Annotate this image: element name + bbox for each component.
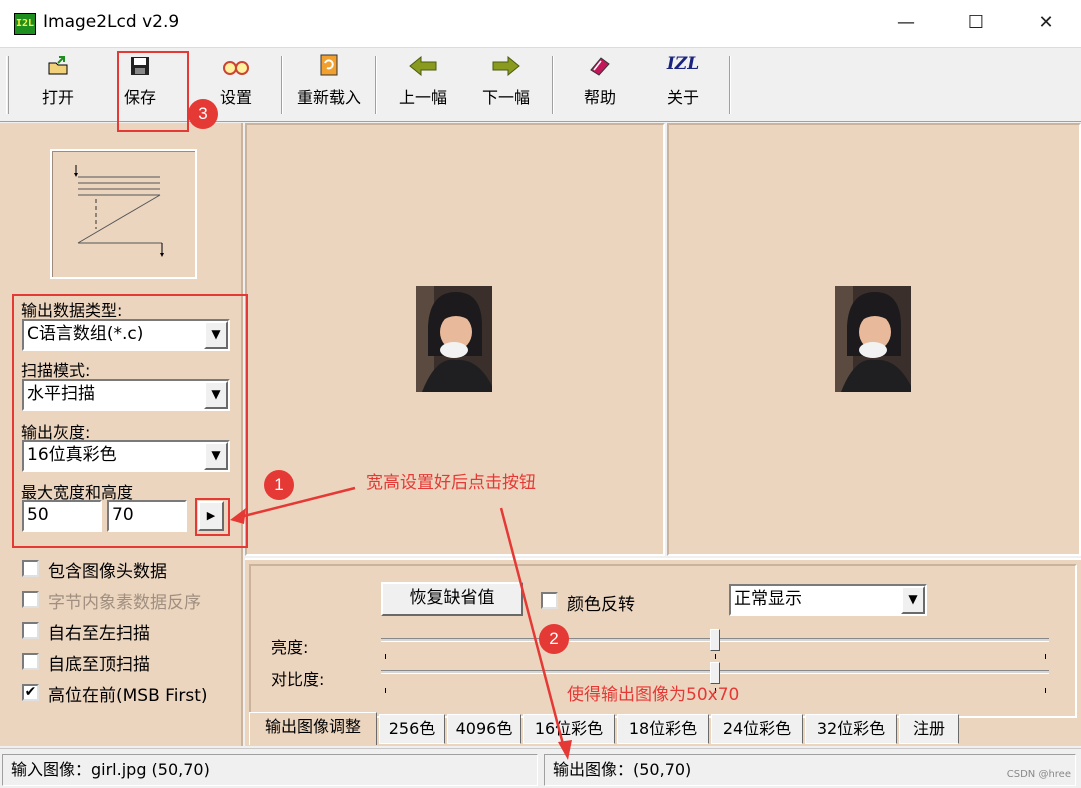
restore-defaults-button[interactable]: 恢复缺省值 [381,582,523,616]
about-label: 关于 [666,88,699,107]
slider-tick [385,688,386,693]
help-label: 帮助 [583,88,616,107]
tab-1[interactable]: 256色 [379,714,445,744]
toolbar-separator [552,56,554,114]
slider-tick [715,654,716,659]
open-label: 打开 [41,88,74,107]
next-button[interactable]: 下一幅 [466,54,546,116]
slider-tick [1045,654,1046,659]
scan-direction-diagram [50,149,197,279]
annotation-badge-2: 2 [539,624,569,654]
option-checkbox[interactable] [22,560,39,577]
watermark: CSDN @hree [1006,769,1071,780]
glasses-icon [196,54,276,84]
tab-0[interactable]: 输出图像调整 [249,712,377,745]
arrow-right-icon [466,54,546,84]
option-checkbox[interactable] [22,622,39,639]
option-checkbox-label: 自右至左扫描 [48,624,150,644]
reload-button[interactable]: 重新载入 [289,54,369,116]
annotation-note-2: 使得输出图像为50x70 [567,685,740,705]
reload-icon [289,54,369,84]
tab-3[interactable]: 16位彩色 [523,714,615,744]
toolbar-separator [281,56,283,114]
annotation-badge-1: 1 [264,470,294,500]
invert-color-checkbox[interactable] [541,592,558,609]
chevron-down-icon[interactable]: ▼ [901,586,925,614]
option-checkbox[interactable]: ✔ [22,684,39,701]
tab-2[interactable]: 4096色 [447,714,521,744]
option-checkbox [22,591,39,608]
output-image-pane [667,123,1081,556]
arrow-left-icon [383,54,463,84]
tab-6[interactable]: 32位彩色 [805,714,897,744]
input-image-status: 输入图像：girl.jpg (50,70) [2,754,538,786]
display-mode-select[interactable]: 正常显示 ▼ [729,584,927,616]
apply-button-highlight-box [195,498,230,536]
display-mode-value: 正常显示 [734,589,802,609]
slider-tick [1045,688,1046,693]
toolbar-separator [729,56,731,114]
toolbar-grip[interactable] [6,56,9,114]
help-button[interactable]: 帮助 [560,54,640,116]
open-button[interactable]: 打开 [18,54,98,116]
about-button[interactable]: IZL 关于 [643,54,723,116]
tab-5[interactable]: 24位彩色 [711,714,803,744]
maximize-button[interactable]: ☐ [948,0,1004,48]
invert-color-label: 颜色反转 [567,595,635,615]
option-checkbox-label: 包含图像头数据 [48,562,167,582]
prev-button[interactable]: 上一幅 [383,54,463,116]
tab-strip: 输出图像调整 256色 4096色 16位彩色 18位彩色 24位彩色 32位彩色 注册 [249,712,969,745]
next-label: 下一幅 [481,88,530,107]
annotation-note-1: 宽高设置好后点击按钮 [366,473,536,493]
about-logo-icon: IZL [666,54,700,74]
app-icon: I2L [14,13,36,35]
close-button[interactable]: ✕ [1018,0,1074,48]
contrast-label: 对比度: [271,670,325,689]
output-image-status: 输出图像：(50,70) [544,754,1076,786]
toolbar-separator [375,56,377,114]
option-checkbox[interactable] [22,653,39,670]
tab-4[interactable]: 18位彩色 [617,714,709,744]
title-bar: I2L Image2Lcd v2.9 — ☐ ✕ [0,0,1081,48]
window-title: Image2Lcd v2.9 [43,12,180,32]
input-photo [416,286,492,392]
minimize-button[interactable]: — [878,0,934,48]
slider-tick [385,654,386,659]
brightness-slider[interactable] [710,629,720,651]
brightness-label: 亮度: [271,638,309,657]
output-photo [835,286,911,392]
prev-label: 上一幅 [398,88,447,107]
open-folder-icon [18,54,98,84]
reload-label: 重新载入 [296,88,361,107]
option-checkbox-label: 高位在前(MSB First) [48,686,208,706]
option-checkbox-label: 字节内象素数据反序 [48,593,201,613]
annotation-badge-3: 3 [188,99,218,129]
option-checkbox-label: 自底至顶扫描 [48,655,150,675]
save-highlight-box [117,51,189,132]
help-book-icon [560,54,640,84]
tab-7[interactable]: 注册 [899,714,959,744]
status-bar: 输入图像：girl.jpg (50,70) 输出图像：(50,70) CSDN … [0,748,1081,788]
